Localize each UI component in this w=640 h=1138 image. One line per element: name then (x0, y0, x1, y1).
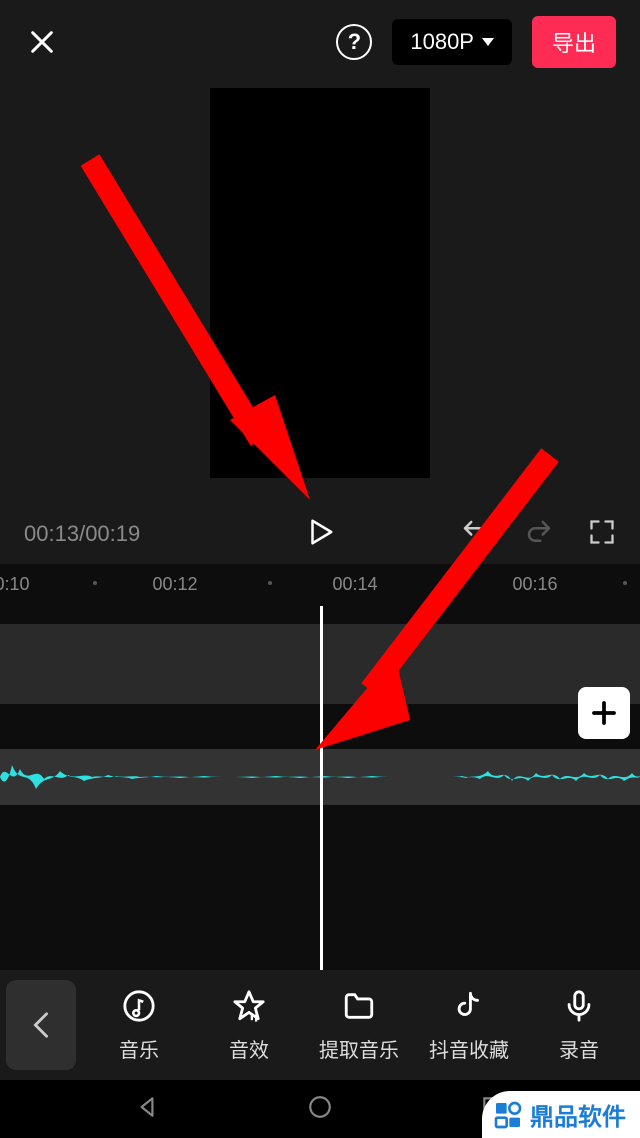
tool-favorite[interactable]: 抖音收藏 (414, 988, 524, 1063)
play-icon (305, 517, 335, 547)
tool-label: 抖音收藏 (429, 1034, 509, 1063)
toolbar-back-button[interactable] (6, 980, 76, 1070)
tool-label: 音乐 (119, 1034, 159, 1063)
undo-button[interactable] (460, 517, 490, 552)
folder-icon (341, 988, 377, 1024)
ruler-dot (443, 581, 447, 585)
top-bar: ? 1080P 导出 (0, 0, 640, 84)
mic-icon (561, 988, 597, 1024)
help-button[interactable]: ? (336, 24, 372, 60)
redo-button[interactable] (524, 517, 554, 552)
tool-label: 录音 (559, 1034, 599, 1063)
timeline-ruler[interactable]: 0:10 00:12 00:14 00:16 (0, 564, 640, 604)
plus-icon (589, 698, 619, 728)
timeline[interactable]: 0:10 00:12 00:14 00:16 (0, 564, 640, 994)
nav-back-button[interactable] (134, 1094, 160, 1125)
chevron-down-icon (482, 38, 494, 46)
fullscreen-button[interactable] (588, 518, 616, 551)
nav-home-icon (307, 1094, 333, 1120)
tool-record[interactable]: 录音 (524, 988, 634, 1063)
add-clip-button[interactable] (578, 687, 630, 739)
tool-label: 音效 (229, 1034, 269, 1063)
tool-extract[interactable]: 提取音乐 (304, 988, 414, 1063)
playhead[interactable] (320, 606, 323, 976)
ruler-tick: 00:12 (152, 574, 197, 595)
tool-label: 提取音乐 (319, 1034, 399, 1063)
export-label: 导出 (552, 31, 596, 56)
close-icon (28, 28, 56, 56)
star-icon (231, 988, 267, 1024)
video-preview[interactable] (210, 88, 430, 478)
help-icon: ? (348, 29, 361, 55)
undo-icon (460, 517, 490, 547)
resolution-label: 1080P (410, 29, 474, 55)
ruler-dot (93, 581, 97, 585)
preview-area (0, 84, 640, 504)
redo-icon (524, 517, 554, 547)
watermark-badge: 鼎品软件 (482, 1091, 640, 1138)
watermark-logo-icon (492, 1099, 524, 1131)
export-button[interactable]: 导出 (532, 16, 616, 68)
ruler-dot (268, 581, 272, 585)
ruler-tick: 0:10 (0, 574, 30, 595)
nav-back-icon (134, 1094, 160, 1120)
ruler-tick: 00:16 (512, 574, 557, 595)
back-icon (31, 1011, 51, 1039)
player-bar: 00:13/00:19 (0, 504, 640, 564)
tool-sfx[interactable]: 音效 (194, 988, 304, 1063)
tool-music[interactable]: 音乐 (84, 988, 194, 1063)
time-display: 00:13/00:19 (24, 521, 140, 547)
nav-home-button[interactable] (307, 1094, 333, 1125)
close-button[interactable] (24, 24, 60, 60)
ruler-dot (623, 581, 627, 585)
ruler-tick: 00:14 (332, 574, 377, 595)
play-button[interactable] (305, 517, 335, 552)
resolution-select[interactable]: 1080P (392, 19, 512, 65)
bottom-toolbar: 音乐 音效 提取音乐 抖音收藏 录音 (0, 970, 640, 1080)
music-icon (121, 988, 157, 1024)
douyin-icon (451, 988, 487, 1024)
watermark-text: 鼎品软件 (530, 1097, 626, 1132)
fullscreen-icon (588, 518, 616, 546)
